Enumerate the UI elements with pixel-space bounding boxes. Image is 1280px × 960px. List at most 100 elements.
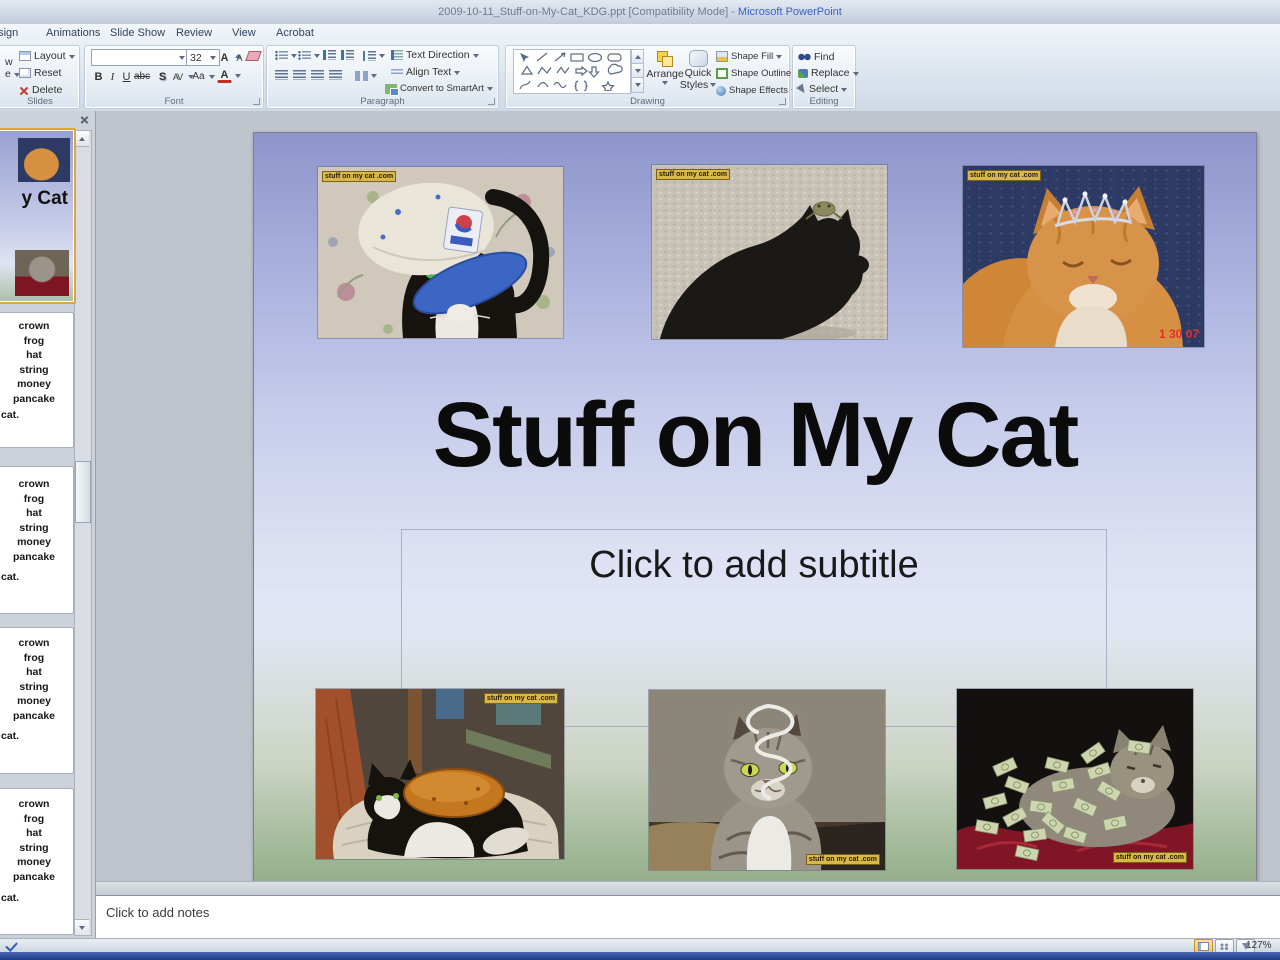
layout-button[interactable]: Layout xyxy=(19,50,75,62)
watermark-label: stuff on my cat .com xyxy=(656,169,730,180)
ribbon: esign Animations Slide Show Review View … xyxy=(0,24,1280,112)
group-label-editing: Editing xyxy=(793,96,855,107)
group-label-slides: Slides xyxy=(1,96,79,107)
slide-sorter-view-button[interactable] xyxy=(1215,939,1234,953)
shape-outline-button[interactable]: Shape Outline xyxy=(716,68,800,79)
strikethrough-button[interactable]: abc xyxy=(133,68,151,85)
paragraph-dialog-launcher[interactable] xyxy=(488,98,495,105)
watermark-label: stuff on my cat .com xyxy=(484,693,558,704)
tab-design[interactable]: esign xyxy=(0,25,24,42)
numbering-button[interactable] xyxy=(298,50,320,61)
slide-thumbnail-5[interactable]: crownfroghat stringmoneypancake cat. xyxy=(0,788,74,935)
shape-effects-button[interactable]: Shape Effects xyxy=(716,85,797,96)
group-drawing: Arrange Quick Styles Shape Fill Shape Ou… xyxy=(505,45,790,109)
photo-cat-with-crown[interactable]: 1 30 07 stuff on my cat .com xyxy=(963,166,1204,347)
slide-thumbnails-panel: y Cat crownfroghat stringmoneypancake ca… xyxy=(0,111,96,938)
shapes-scroll-up[interactable] xyxy=(631,49,644,64)
status-bar: 127% xyxy=(0,938,1280,953)
justify-button[interactable] xyxy=(329,70,342,80)
align-text-icon xyxy=(391,67,403,77)
change-case-button[interactable]: Aa xyxy=(191,68,215,85)
bullets-button[interactable] xyxy=(275,50,297,61)
align-center-button[interactable] xyxy=(293,70,306,80)
font-name-combo[interactable] xyxy=(91,49,189,66)
bold-button[interactable]: B xyxy=(91,68,106,85)
quick-styles-button[interactable]: Quick Styles xyxy=(683,50,713,91)
app-name: Microsoft PowerPoint xyxy=(738,6,842,18)
thumbnails-scrollbar[interactable] xyxy=(74,130,92,936)
convert-smartart-button[interactable]: Convert to SmartArt xyxy=(385,83,493,94)
tab-review[interactable]: Review xyxy=(170,25,218,42)
scroll-up-arrow-icon[interactable] xyxy=(75,131,89,147)
shape-fill-icon xyxy=(716,51,728,62)
text-shadow-button[interactable]: S xyxy=(155,68,170,85)
notes-pane[interactable]: Click to add notes xyxy=(96,895,1280,939)
font-size-combo[interactable]: 32 xyxy=(186,49,220,66)
shape-fill-button[interactable]: Shape Fill xyxy=(716,51,782,62)
shapes-gallery[interactable] xyxy=(513,49,631,94)
replace-button[interactable]: Replace xyxy=(798,67,859,79)
zoom-level[interactable]: 127% xyxy=(1246,940,1272,951)
columns-button[interactable] xyxy=(355,70,377,81)
cat-with-string-illustration xyxy=(649,690,885,870)
slide-thumbnail-2[interactable]: crownfroghat stringmoneypancake cat. xyxy=(0,312,74,448)
clear-formatting-button[interactable] xyxy=(247,51,260,61)
reset-button[interactable]: Reset xyxy=(19,67,61,79)
replace-icon xyxy=(798,69,808,78)
photo-cat-with-money[interactable]: stuff on my cat .com xyxy=(957,689,1193,869)
shapes-scroll-down[interactable] xyxy=(631,63,644,78)
underline-button[interactable]: U xyxy=(119,68,134,85)
tab-slide-show[interactable]: Slide Show xyxy=(104,25,171,42)
select-button[interactable]: Select xyxy=(798,83,847,95)
thumbnail-title-fragment: y Cat xyxy=(22,188,68,210)
tab-acrobat[interactable]: Acrobat xyxy=(270,25,320,42)
reset-icon xyxy=(19,68,31,78)
photo-cat-with-frog[interactable]: stuff on my cat .com xyxy=(652,165,887,339)
text-direction-button[interactable]: Text Direction xyxy=(391,49,479,61)
drawing-dialog-launcher[interactable] xyxy=(779,98,786,105)
slide-thumbnail-4[interactable]: crownfroghat stringmoneypancake cat. xyxy=(0,627,74,774)
font-dialog-launcher[interactable] xyxy=(253,98,260,105)
powerpoint-window: 2009-10-11_Stuff-on-My-Cat_KDG.ppt [Comp… xyxy=(0,0,1280,960)
decrease-indent-button[interactable] xyxy=(323,50,336,60)
align-right-button[interactable] xyxy=(311,70,324,80)
group-label-paragraph: Paragraph xyxy=(267,96,498,107)
normal-view-icon xyxy=(1198,942,1209,951)
photo-cat-with-pancake[interactable]: stuff on my cat .com xyxy=(316,689,564,859)
line-spacing-button[interactable] xyxy=(363,50,385,61)
window-titlebar: 2009-10-11_Stuff-on-My-Cat_KDG.ppt [Comp… xyxy=(0,0,1280,25)
new-slide-button[interactable]: w xyxy=(5,56,13,68)
cat-with-frog-illustration xyxy=(652,165,887,339)
document-title: 2009-10-11_Stuff-on-My-Cat_KDG.ppt [Comp… xyxy=(438,6,738,18)
new-slide-dropdown[interactable]: e xyxy=(5,68,20,80)
shapes-more-button[interactable] xyxy=(631,77,644,93)
window-bottom-edge xyxy=(0,952,1280,960)
align-text-button[interactable]: Align Text xyxy=(391,66,460,78)
scrollbar-thumb[interactable] xyxy=(75,461,91,523)
select-icon xyxy=(796,83,808,95)
shape-effects-icon xyxy=(716,86,726,96)
spell-check-icon[interactable] xyxy=(5,939,18,952)
watermark-label: stuff on my cat .com xyxy=(322,171,396,182)
slide-thumbnail-1[interactable]: y Cat xyxy=(0,128,76,304)
tab-view[interactable]: View xyxy=(226,25,262,42)
slide-title[interactable]: Stuff on My Cat xyxy=(254,383,1256,488)
slide-thumbnail-3[interactable]: crownfroghat stringmoneypancake cat. xyxy=(0,466,74,614)
increase-indent-button[interactable] xyxy=(341,50,354,60)
photo-cat-with-string[interactable]: stuff on my cat .com xyxy=(649,690,885,870)
slide-canvas[interactable]: stuff on my cat .com stuff on my cat .co… xyxy=(253,132,1257,882)
italic-button[interactable]: I xyxy=(105,68,120,85)
arrange-button[interactable]: Arrange xyxy=(649,51,681,88)
photo-cat-with-cap[interactable]: stuff on my cat .com xyxy=(318,167,563,338)
notes-splitter[interactable] xyxy=(96,881,1280,896)
close-panel-icon[interactable] xyxy=(77,113,92,127)
tab-animations[interactable]: Animations xyxy=(40,25,106,42)
font-color-button[interactable]: A xyxy=(217,68,241,83)
align-left-button[interactable] xyxy=(275,70,288,80)
align-left-icon xyxy=(275,70,288,80)
delete-button[interactable]: Delete xyxy=(19,84,62,96)
align-right-icon xyxy=(311,70,324,80)
find-button[interactable]: Find xyxy=(798,51,834,63)
normal-view-button[interactable] xyxy=(1194,939,1213,953)
scroll-down-arrow-icon[interactable] xyxy=(75,919,89,935)
